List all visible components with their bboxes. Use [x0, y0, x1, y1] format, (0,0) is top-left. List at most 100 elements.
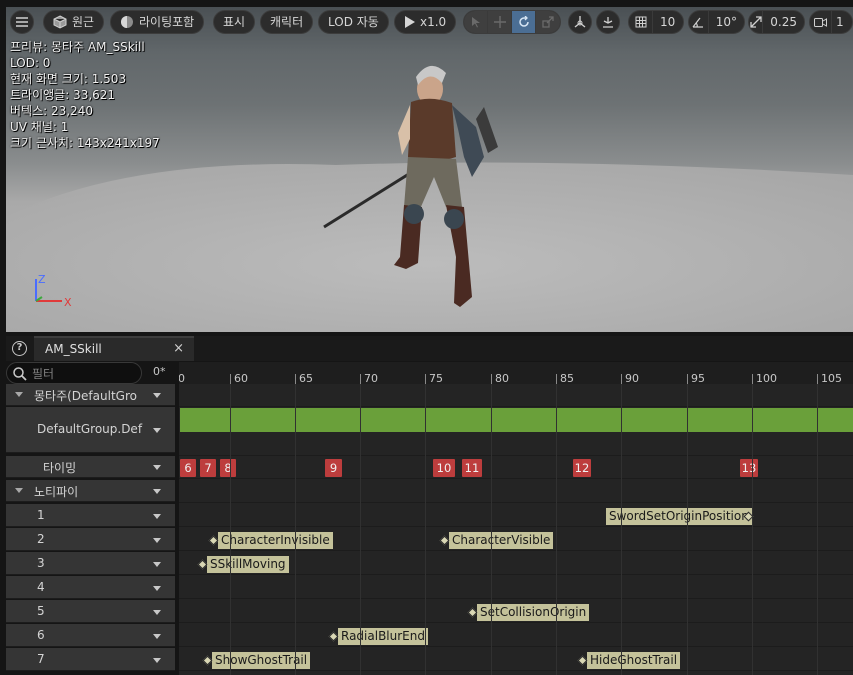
expand-arrow-icon[interactable] [15, 488, 23, 493]
move-arrows-icon [493, 16, 506, 28]
lod-menu-button[interactable]: LOD 자동 [318, 10, 389, 34]
chevron-down-icon[interactable] [153, 428, 161, 433]
timing-marker[interactable]: 9 [325, 459, 342, 477]
chevron-down-icon[interactable] [153, 658, 161, 663]
track-row-notify[interactable]: 7 [6, 648, 175, 671]
chevron-down-icon[interactable] [153, 514, 161, 519]
track-row-notify[interactable]: 4 [6, 576, 175, 599]
cube-icon [53, 15, 67, 29]
grid-line [621, 384, 622, 675]
stat-lod: LOD: 0 [10, 56, 51, 70]
notify-label[interactable]: CharacterInvisible [218, 532, 333, 549]
lighting-sphere-icon [121, 16, 133, 28]
track-row-timing[interactable]: 타이밍 [6, 456, 175, 478]
scale-snap-group: 0.25 [748, 10, 805, 34]
timing-marker[interactable]: 7 [200, 459, 216, 477]
tab-am-sskill[interactable]: AM_SSkill × [34, 336, 194, 361]
rotation-snap-toggle[interactable] [689, 11, 709, 33]
stat-triangles: 트라이앵글: 33,621 [10, 88, 116, 102]
scale-snap-icon [749, 16, 762, 28]
help-icon[interactable]: ? [12, 341, 27, 356]
track-row-notify[interactable]: 1 [6, 504, 175, 527]
notify-label[interactable]: RadialBlurEnd [338, 628, 428, 645]
rotation-snap-value[interactable]: 10° [709, 11, 744, 33]
grid-line [491, 384, 492, 675]
notify-label[interactable]: HideGhostTrail [587, 652, 681, 669]
chevron-down-icon[interactable] [153, 562, 161, 567]
axis-gizmo: Z X [35, 273, 72, 309]
notify-label[interactable]: SwordSetOriginPosition [606, 508, 752, 525]
lod-menu-label: LOD 자동 [328, 15, 379, 29]
chevron-down-icon[interactable] [153, 465, 161, 470]
lighting-mode-button[interactable]: 라이팅포함 [110, 10, 205, 34]
grid-line [230, 384, 231, 675]
track-row-section[interactable]: 노티파이 [6, 480, 175, 502]
perspective-button[interactable]: 원근 [43, 10, 105, 34]
chevron-down-icon[interactable] [153, 586, 161, 591]
chevron-down-icon[interactable] [153, 393, 161, 398]
ruler-tick [295, 374, 296, 384]
play-speed-button[interactable]: x1.0 [394, 10, 457, 34]
grid-line [817, 384, 818, 675]
current-frame-field[interactable]: 0* [153, 365, 166, 378]
montage-timeline[interactable]: 0 60 65 70 75 80 85 90 95 100 105 6 7 8 9 10 11 12 13 Sw… [179, 362, 853, 675]
coordinate-space-button[interactable] [568, 10, 592, 34]
surface-snap-button[interactable] [596, 10, 620, 34]
ruler-tick [817, 374, 818, 384]
axis-z-label: Z [38, 273, 46, 286]
timing-marker[interactable]: 8 [220, 459, 236, 477]
play-icon [405, 16, 415, 28]
perspective-label: 원근 [72, 15, 95, 29]
track-label: 5 [37, 604, 45, 618]
tab-close-button[interactable]: × [173, 341, 184, 356]
rotate-mode-button[interactable] [512, 11, 536, 33]
scale-snap-toggle[interactable] [749, 11, 764, 33]
track-row-slot[interactable]: DefaultGroup.Def [6, 407, 175, 453]
timing-marker[interactable]: 6 [180, 459, 196, 477]
grid-snap-value[interactable]: 10 [653, 11, 682, 33]
grid-line [360, 384, 361, 675]
ruler-tick [621, 374, 622, 384]
timing-marker[interactable]: 12 [573, 459, 591, 477]
notify-label[interactable]: CharacterVisible [449, 532, 554, 549]
track-row-notify[interactable]: 3 [6, 552, 175, 575]
chevron-down-icon[interactable] [153, 538, 161, 543]
filter-input[interactable] [32, 365, 137, 382]
timing-marker[interactable]: 11 [462, 459, 482, 477]
timing-marker[interactable]: 13 [740, 459, 758, 477]
camera-speed-button[interactable] [810, 11, 832, 33]
surface-snap-icon [603, 17, 613, 28]
hamburger-menu-icon [16, 17, 28, 27]
filter-box [6, 362, 142, 384]
time-ruler[interactable]: 0 60 65 70 75 80 85 90 95 100 105 [179, 362, 853, 385]
show-menu-button[interactable]: 표시 [213, 10, 256, 34]
grid-line [556, 384, 557, 675]
grid-snap-toggle[interactable] [629, 11, 653, 33]
track-label: 타이밍 [43, 461, 77, 475]
track-row-notify[interactable]: 2 [6, 528, 175, 551]
ruler-tick [687, 374, 688, 384]
timing-marker[interactable]: 10 [433, 459, 455, 477]
track-label: 4 [37, 580, 45, 594]
notify-label[interactable]: SetCollisionOrigin [477, 604, 590, 621]
scale-mode-button[interactable] [536, 11, 560, 33]
chevron-down-icon[interactable] [153, 610, 161, 615]
chevron-down-icon[interactable] [153, 489, 161, 494]
ruler-tick [230, 374, 231, 384]
notify-label[interactable]: SSkillMoving [207, 556, 289, 573]
select-mode-button[interactable] [464, 11, 488, 33]
scale-snap-value[interactable]: 0.25 [763, 11, 804, 33]
track-row-notify[interactable]: 6 [6, 624, 175, 647]
preview-viewport[interactable]: 원근 라이팅포함 표시 캐릭터 LOD 자동 x1.0 10 10° 0.25 … [6, 7, 853, 332]
translate-mode-button[interactable] [488, 11, 512, 33]
ruler-tick [360, 374, 361, 384]
camera-speed-value[interactable]: 1 [832, 11, 848, 33]
track-row-notify[interactable]: 5 [6, 600, 175, 623]
expand-arrow-icon[interactable] [15, 392, 23, 397]
search-icon [13, 367, 27, 381]
local-space-icon [574, 16, 586, 28]
chevron-down-icon[interactable] [153, 634, 161, 639]
track-row-section[interactable]: 몽타주(DefaultGro [6, 384, 175, 406]
character-menu-button[interactable]: 캐릭터 [260, 10, 314, 34]
viewport-menu-button[interactable] [10, 10, 34, 34]
